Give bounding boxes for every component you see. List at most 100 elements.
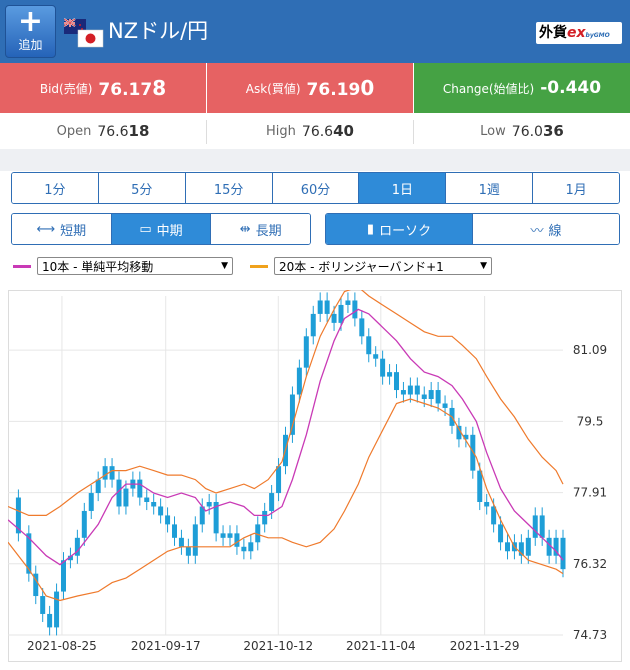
change-cell: Change(始値比) -0.440 <box>414 63 630 113</box>
candle-body <box>414 385 420 395</box>
candle-body <box>331 313 337 323</box>
low-value: 76.036 <box>512 122 564 140</box>
expand-arrows-icon: ⇹ <box>239 221 251 237</box>
open-label: Open <box>56 123 92 139</box>
add-button-label: 追加 <box>18 38 43 52</box>
chevron-down-icon: ▼ <box>221 261 228 271</box>
span-mid-label: 中期 <box>156 223 183 239</box>
sma-indicator: 10本 - 単純平均移動 ▼ <box>13 256 233 276</box>
currency-pair-title: NZドル/円 <box>108 19 209 43</box>
price-chart[interactable]: 81.09 79.5 77.91 76.32 74.73 2021-08-25 2021-0… <box>8 290 622 662</box>
candle-body <box>359 318 365 337</box>
tab-5min[interactable]: 5分 <box>98 173 186 203</box>
candle-body <box>310 313 316 337</box>
candle-body <box>165 515 171 525</box>
tab-60min[interactable]: 60分 <box>272 173 360 203</box>
candle-body <box>498 524 504 543</box>
app-root: + 追加 NZドル/円 外貨exbyGMO Bid(売値) 76.178 Ask… <box>0 0 630 670</box>
span-long-button[interactable]: ⇹ 長期 <box>211 214 310 244</box>
open-value-main: 76.6 <box>97 124 129 140</box>
app-header: + 追加 NZドル/円 外貨exbyGMO <box>0 0 630 63</box>
y-tick-label: 74.73 <box>573 628 607 642</box>
candle-body <box>303 336 309 368</box>
candle-body <box>289 394 295 435</box>
candle-body <box>248 542 254 552</box>
line-chart-icon: 〰 <box>530 223 544 239</box>
candle-body <box>366 336 372 355</box>
open-value: 76.618 <box>97 122 149 140</box>
line-chart-button[interactable]: 〰 線 <box>473 214 619 244</box>
candle-body <box>394 372 399 391</box>
candle-label: ローソク <box>379 223 432 239</box>
x-tick-label: 2021-11-29 <box>450 639 520 653</box>
candle-body <box>123 488 129 507</box>
tab-1week[interactable]: 1週 <box>446 173 534 203</box>
span-short-button[interactable]: ⟷ 短期 <box>12 214 112 244</box>
candle-body <box>373 354 379 359</box>
candle-body <box>421 394 427 399</box>
sma-color-swatch <box>13 264 31 268</box>
candle-body <box>269 493 275 511</box>
candle-body <box>234 533 240 547</box>
chevron-down-icon: ▼ <box>480 261 487 271</box>
candle-body <box>477 470 483 502</box>
add-button[interactable]: + 追加 <box>5 5 56 58</box>
span-short-label: 短期 <box>60 223 87 239</box>
y-tick-label: 81.09 <box>573 343 607 357</box>
high-label: High <box>266 123 296 139</box>
candle-chart-button[interactable]: ▮ ローソク <box>326 214 473 244</box>
bid-label: Bid(売値) <box>39 81 93 96</box>
candle-body <box>206 501 212 507</box>
candle-body <box>324 300 330 314</box>
high-value-main: 76.6 <box>301 124 334 140</box>
logo-sub: byGMO <box>585 32 610 39</box>
candle-body <box>47 613 53 628</box>
candle-body <box>380 358 386 377</box>
tab-1month[interactable]: 1月 <box>533 173 619 203</box>
low-value-last: 36 <box>542 122 564 140</box>
candle-body <box>227 533 233 538</box>
low-label: Low <box>480 123 506 139</box>
bb-select[interactable]: 20本 - ボリンジャーバンド+1 ▼ <box>274 257 492 275</box>
separator-band <box>0 149 630 171</box>
open-value-last: 18 <box>128 122 150 140</box>
candle-body <box>158 506 164 516</box>
candle-body <box>151 501 157 507</box>
candle-body <box>276 466 282 494</box>
candle-body <box>435 390 441 404</box>
change-value: -0.440 <box>540 78 602 98</box>
candle-body <box>61 560 66 592</box>
candle-body <box>192 524 198 556</box>
bid-cell[interactable]: Bid(売値) 76.178 <box>0 63 206 113</box>
candle-body <box>532 515 538 538</box>
ask-label: Ask(買値) <box>245 81 301 96</box>
candle-body <box>81 510 87 538</box>
line-label: 線 <box>548 223 562 239</box>
ask-value-last: 0 <box>360 76 375 100</box>
currency-flags-icon <box>64 18 104 48</box>
tab-1min[interactable]: 1分 <box>12 173 99 203</box>
candle-body <box>296 367 302 395</box>
y-tick-label: 77.91 <box>573 486 607 500</box>
bb-color-swatch <box>250 264 268 268</box>
candle-body <box>525 537 531 556</box>
candle-body <box>185 546 191 556</box>
gaikaex-logo: 外貨exbyGMO <box>536 22 622 44</box>
sma-select[interactable]: 10本 - 単純平均移動 ▼ <box>37 257 233 275</box>
span-mid-button[interactable]: ▭ 中期 <box>111 214 212 244</box>
candle-body <box>102 466 108 480</box>
open-cell: Open 76.618 <box>0 113 206 149</box>
change-label: Change(始値比) <box>442 81 535 96</box>
candle-body <box>95 479 101 494</box>
compress-arrows-icon: ⟷ <box>36 221 56 237</box>
candle-body <box>387 372 393 377</box>
period-tabs: 1分 5分 15分 60分 1日 1週 1月 <box>11 172 620 204</box>
tab-15min[interactable]: 15分 <box>185 173 273 203</box>
bid-value: 76.178 <box>98 76 166 100</box>
x-tick-label: 2021-10-12 <box>243 639 313 653</box>
ask-cell[interactable]: Ask(買値) 76.190 <box>207 63 413 113</box>
high-value: 76.640 <box>302 122 354 140</box>
tab-1day[interactable]: 1日 <box>359 173 447 203</box>
candle-body <box>407 385 413 395</box>
logo-text: 外貨 <box>539 25 567 41</box>
